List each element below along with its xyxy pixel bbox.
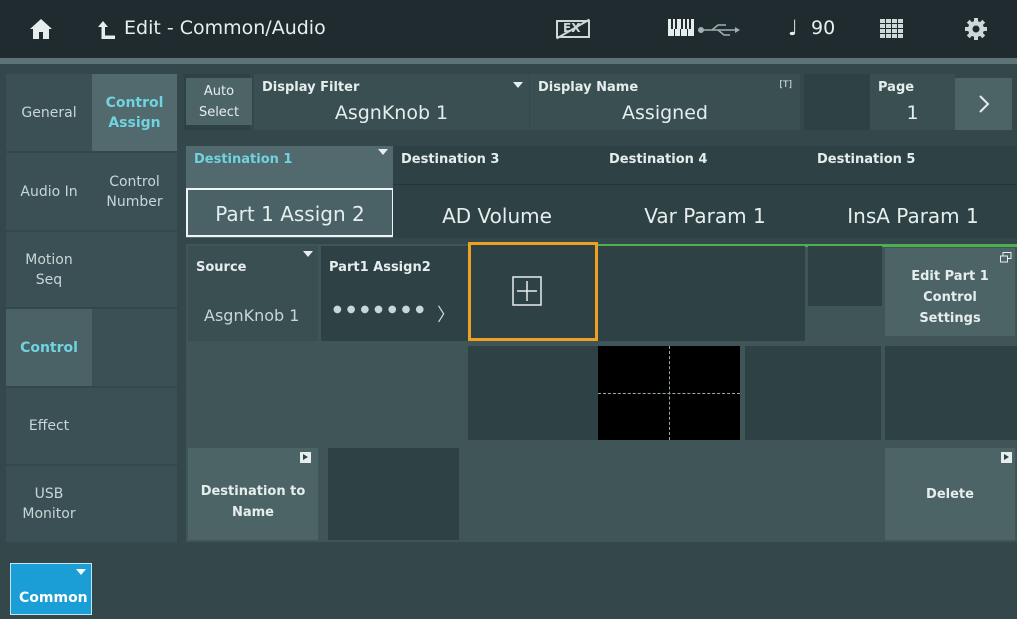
chevron-right-icon [978, 95, 989, 113]
plus-icon [512, 276, 542, 306]
display-filter-value: AsgnKnob 1 [334, 102, 449, 124]
graph-cell-left [468, 346, 598, 440]
display-name-field[interactable]: Display Name [T] Assigned [530, 74, 800, 130]
nav-audio-in[interactable]: Audio In [6, 153, 92, 230]
divider [393, 184, 1017, 185]
tempo-value[interactable]: 90 [811, 17, 835, 39]
nav-empty-2 [92, 309, 177, 386]
tempo-icon: ♩ [788, 16, 798, 40]
part-common-button[interactable]: Common [10, 563, 92, 615]
destination-4-tab[interactable]: Destination 4 Var Param 1 [601, 146, 809, 238]
grid-icon[interactable] [880, 19, 904, 43]
display-name-value: Assigned [622, 102, 708, 124]
source-value: AsgnKnob 1 [204, 306, 300, 325]
empty-slot [808, 246, 882, 306]
text-input-icon: [T] [779, 80, 792, 90]
graph-cell-right [745, 346, 881, 440]
usb-icon [698, 22, 740, 41]
home-icon [30, 19, 52, 39]
assign-dots: ●●●●●●● [333, 304, 430, 315]
nav-general[interactable]: General [6, 74, 92, 151]
destination-4-label: Destination 4 [609, 152, 708, 167]
destination-4-value: Var Param 1 [644, 204, 766, 228]
destination-3-value: AD Volume [442, 204, 552, 228]
destination-5-value: InsA Param 1 [847, 204, 979, 228]
graph-cell-far [885, 346, 1017, 440]
nav-usb-monitor[interactable]: USB Monitor [6, 466, 92, 542]
page-next-button[interactable] [955, 78, 1012, 130]
auto-select-container: Auto Select [184, 74, 252, 130]
page-value: 1 [906, 102, 919, 124]
edit-part-control-button[interactable]: Edit Part 1 Control Settings [885, 248, 1015, 336]
page-label: Page [878, 80, 915, 95]
nav-control-assign[interactable]: Control Assign [92, 74, 177, 151]
source-label: Source [196, 260, 247, 275]
keyboard-icon [668, 18, 694, 42]
nav-empty-4 [92, 466, 177, 542]
destination-1-text: Part 1 Assign 2 [215, 202, 365, 226]
part-common-label: Common [19, 590, 88, 606]
nav-motion-seq[interactable]: Motion Seq [6, 232, 92, 307]
add-destination-button[interactable] [468, 242, 598, 341]
destination-1-label: Destination 1 [194, 152, 293, 167]
destination-5-tab[interactable]: Destination 5 InsA Param 1 [809, 146, 1017, 238]
source-field[interactable]: Source AsgnKnob 1 [188, 246, 318, 341]
home-button[interactable] [0, 0, 82, 58]
play-icon [300, 452, 311, 463]
curve-graph [598, 346, 740, 440]
play-icon [1001, 452, 1012, 463]
blank-cell [804, 74, 870, 130]
part-assign-field: Part1 Assign2 ●●●●●●● 〉 [321, 246, 468, 341]
display-filter-label: Display Filter [262, 80, 360, 95]
nav-control-number[interactable]: Control Number [92, 153, 177, 230]
return-icon[interactable] [97, 19, 117, 45]
destination-to-name-button[interactable]: Destination to Name [188, 448, 318, 540]
popup-icon [1000, 252, 1012, 263]
display-name-label: Display Name [538, 80, 639, 95]
destination-3-label: Destination 3 [401, 152, 500, 167]
auto-select-button[interactable]: Auto Select [186, 78, 252, 125]
nav-empty-3 [92, 388, 177, 464]
arrow-right-icon: 〉 [437, 305, 455, 326]
ex-icon: EX [556, 18, 590, 40]
dropdown-icon [513, 82, 523, 88]
empty-slot [328, 448, 459, 540]
destination-3-tab[interactable]: Destination 3 AD Volume [393, 146, 601, 238]
destination-5-label: Destination 5 [817, 152, 916, 167]
nav-control[interactable]: Control [6, 309, 92, 386]
part-assign-label: Part1 Assign2 [329, 260, 431, 275]
screen-title: Edit - Common/Audio [124, 17, 326, 39]
page-field[interactable]: Page 1 [870, 74, 955, 130]
gear-icon[interactable] [964, 17, 988, 45]
delete-button[interactable]: Delete [885, 448, 1015, 540]
nav-empty-1 [92, 232, 177, 307]
display-filter-field[interactable]: Display Filter AsgnKnob 1 [254, 74, 529, 130]
destination-1-value[interactable]: Part 1 Assign 2 [186, 188, 394, 237]
empty-slot [598, 246, 805, 341]
nav-effect[interactable]: Effect [6, 388, 92, 464]
